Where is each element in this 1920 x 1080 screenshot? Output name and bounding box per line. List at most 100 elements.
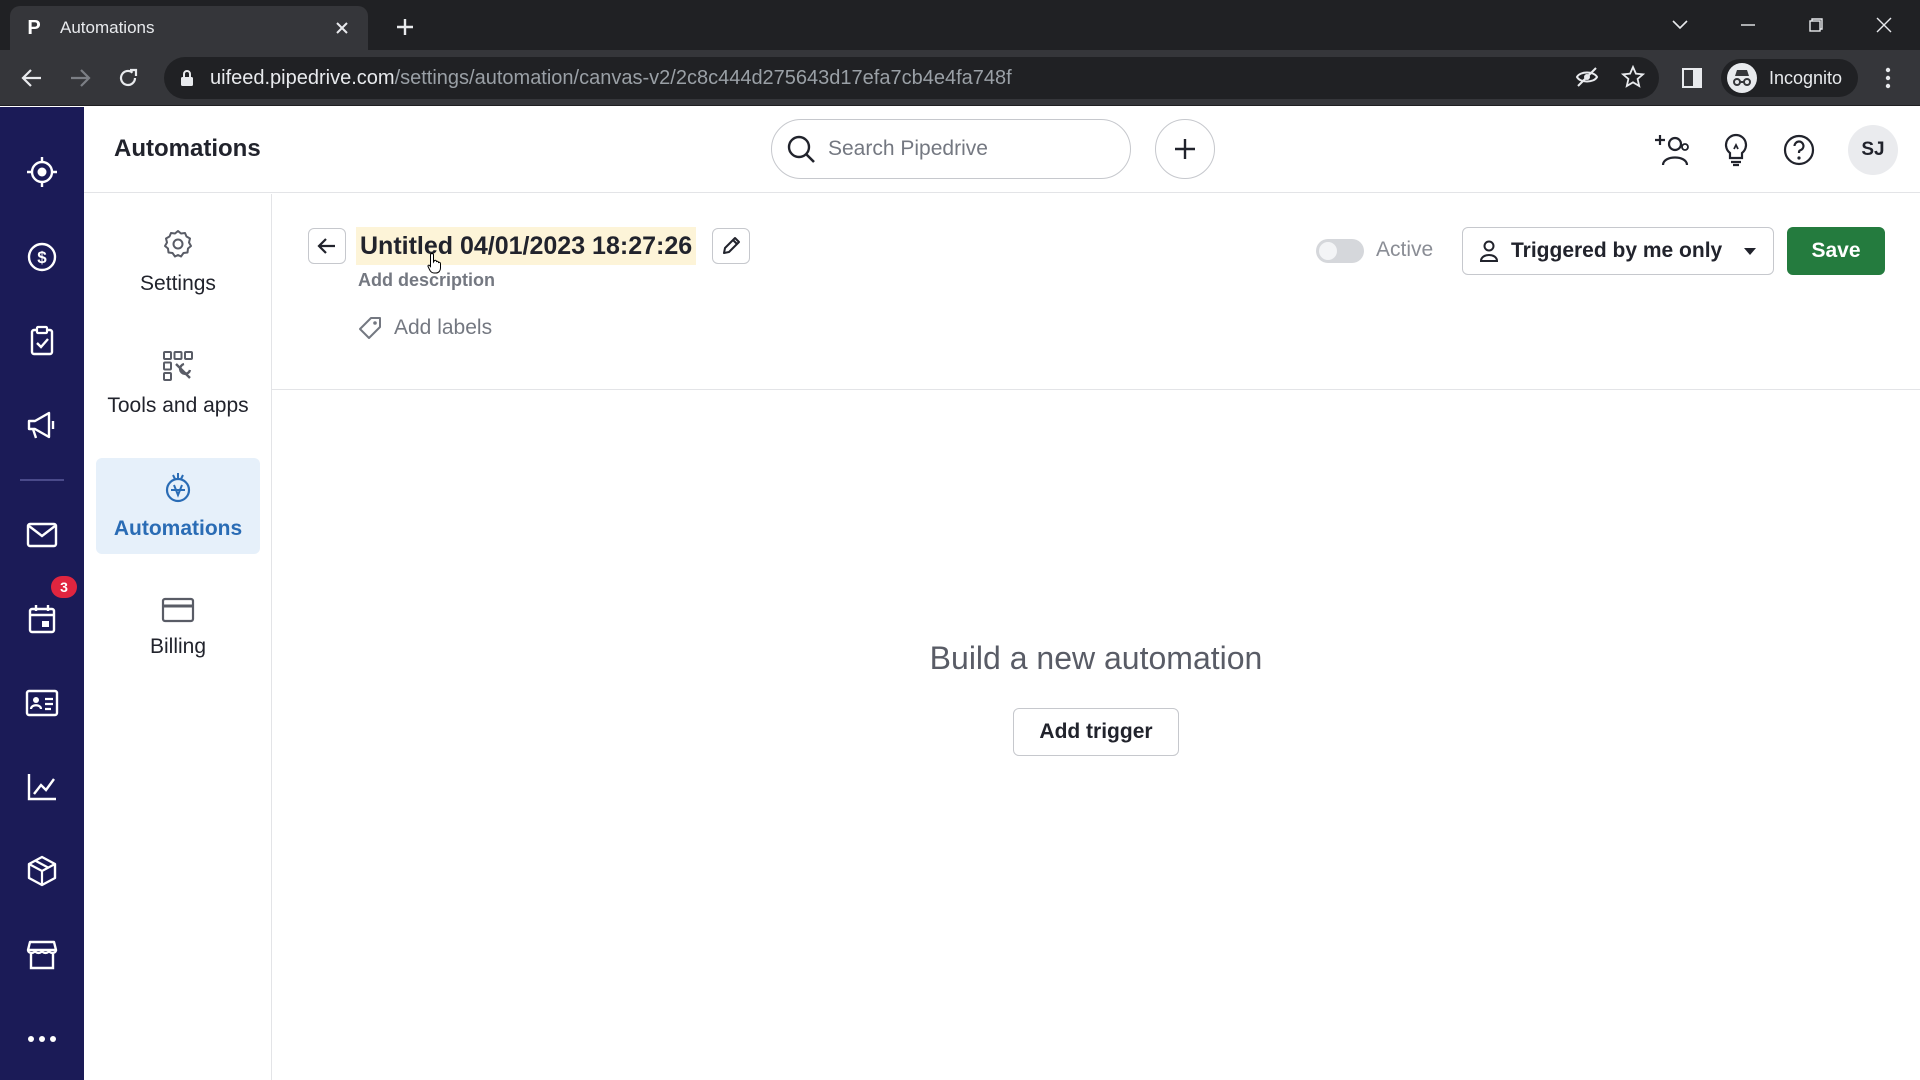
star-icon[interactable] xyxy=(1620,64,1646,94)
reload-button[interactable] xyxy=(112,62,144,94)
marketplace-icon xyxy=(26,940,58,970)
incognito-icon xyxy=(1727,63,1757,93)
nav-products[interactable] xyxy=(22,851,62,891)
help-icon xyxy=(1783,134,1815,166)
pipedrive-favicon: P xyxy=(27,17,41,39)
activities-icon xyxy=(30,325,54,356)
browser-toolbar: uifeed.pipedrive.com/settings/automation… xyxy=(0,50,1920,106)
mail-icon xyxy=(26,522,58,548)
tab-title: Automations xyxy=(60,18,155,37)
nav-more[interactable] xyxy=(22,1019,62,1059)
nav-divider xyxy=(20,479,64,481)
sidebar-item-label: Settings xyxy=(140,272,216,295)
edit-title-button[interactable] xyxy=(712,228,750,264)
arrow-left-icon xyxy=(21,69,41,87)
products-icon xyxy=(27,855,57,887)
url-text: uifeed.pipedrive.com/settings/automation… xyxy=(210,67,1012,90)
empty-state-title: Build a new automation xyxy=(929,640,1263,676)
save-button[interactable]: Save xyxy=(1787,227,1885,275)
invite-users-button[interactable] xyxy=(1651,129,1693,171)
more-icon xyxy=(28,1036,56,1042)
arrow-right-icon xyxy=(71,69,91,87)
notification-badge: 3 xyxy=(51,576,77,598)
browser-menu-button[interactable] xyxy=(1872,62,1904,94)
back-nav-button[interactable] xyxy=(16,62,48,94)
kebab-menu-icon xyxy=(1885,67,1891,89)
close-icon[interactable] xyxy=(330,16,354,40)
search-input[interactable]: Search Pipedrive xyxy=(771,119,1131,179)
profile-button[interactable]: Incognito xyxy=(1721,59,1859,97)
plus-icon xyxy=(1175,139,1195,159)
active-toggle[interactable] xyxy=(1316,239,1364,263)
add-trigger-button[interactable]: Add trigger xyxy=(1013,708,1179,756)
search-placeholder: Search Pipedrive xyxy=(828,137,988,160)
pointer-cursor-icon xyxy=(427,252,441,274)
add-labels-button[interactable]: Add labels xyxy=(358,316,492,340)
caret-down-icon xyxy=(1744,247,1756,255)
add-labels-label: Add labels xyxy=(394,316,493,339)
chevron-down-icon xyxy=(1672,20,1688,30)
address-bar[interactable]: uifeed.pipedrive.com/settings/automation… xyxy=(164,57,1659,99)
restore-button[interactable] xyxy=(1798,8,1834,42)
sidebar-item-settings[interactable]: Settings xyxy=(96,214,260,310)
back-button[interactable] xyxy=(308,228,346,264)
nav-insights[interactable] xyxy=(22,767,62,807)
help-button[interactable] xyxy=(1778,129,1820,171)
minimize-button[interactable] xyxy=(1730,8,1766,42)
sidebar-item-label: Billing xyxy=(149,635,207,658)
trigger-scope-select[interactable]: Triggered by me only xyxy=(1462,227,1774,275)
nav-marketplace[interactable] xyxy=(22,935,62,975)
nav-activities[interactable] xyxy=(22,321,62,361)
url-host: uifeed.pipedrive.com xyxy=(210,66,395,89)
tab-search-button[interactable] xyxy=(1662,8,1698,42)
card-icon xyxy=(161,597,195,623)
nav-calendar[interactable] xyxy=(22,599,62,639)
sidebar-item-tools-and-apps[interactable]: Tools and apps xyxy=(96,336,260,432)
automation-title[interactable]: Untitled 04/01/2023 18:27:26 xyxy=(356,227,697,265)
gear-icon xyxy=(164,230,192,258)
quick-add-button[interactable] xyxy=(1155,119,1215,179)
pencil-icon xyxy=(723,237,740,254)
app-header: Automations Search Pipedrive SJ xyxy=(84,107,1920,193)
close-window-button[interactable] xyxy=(1866,8,1902,42)
deals-icon: $ xyxy=(27,242,57,272)
automation-header: Untitled 04/01/2023 18:27:26 Add descrip… xyxy=(272,194,1920,390)
calendar-icon xyxy=(28,605,56,634)
user-icon xyxy=(1479,240,1499,262)
browser-tabstrip: P Automations xyxy=(0,0,1920,50)
settings-sidebar: Settings Tools and apps Automations Bill… xyxy=(84,194,272,1080)
minimize-icon xyxy=(1741,24,1755,26)
nav-mail[interactable] xyxy=(22,515,62,555)
restore-icon xyxy=(1809,18,1823,32)
insights-icon xyxy=(27,774,56,801)
toggle-knob xyxy=(1319,242,1337,260)
arrow-left-icon xyxy=(317,238,335,254)
forward-nav-button[interactable] xyxy=(64,62,96,94)
focus-icon xyxy=(27,157,57,187)
avatar[interactable]: SJ xyxy=(1848,125,1898,175)
contacts-icon xyxy=(25,689,59,717)
plus-icon xyxy=(397,19,413,35)
nav-campaigns[interactable] xyxy=(22,405,62,445)
page-title: Automations xyxy=(114,135,261,162)
trigger-scope-value: Triggered by me only xyxy=(1511,239,1723,262)
nav-deals[interactable]: $ xyxy=(22,237,62,277)
lock-icon xyxy=(181,70,193,86)
sidebar-item-billing[interactable]: Billing xyxy=(96,580,260,676)
profile-label: Incognito xyxy=(1769,67,1843,88)
lightbulb-icon xyxy=(1724,133,1748,167)
add-user-icon xyxy=(1655,135,1689,166)
browser-tab[interactable]: P Automations xyxy=(10,6,368,50)
nav-contacts[interactable] xyxy=(22,683,62,723)
new-tab-button[interactable] xyxy=(390,12,420,42)
search-icon xyxy=(787,135,815,163)
sidebar-item-automations[interactable]: Automations xyxy=(96,458,260,554)
megaphone-icon xyxy=(27,411,55,439)
tools-icon xyxy=(163,351,193,381)
automation-icon xyxy=(165,473,191,503)
eye-off-icon[interactable] xyxy=(1575,65,1599,94)
tips-button[interactable] xyxy=(1715,129,1757,171)
main-navigation: $ 3 xyxy=(0,107,84,1080)
side-panel-button[interactable] xyxy=(1676,62,1708,94)
nav-focus[interactable] xyxy=(22,152,62,192)
